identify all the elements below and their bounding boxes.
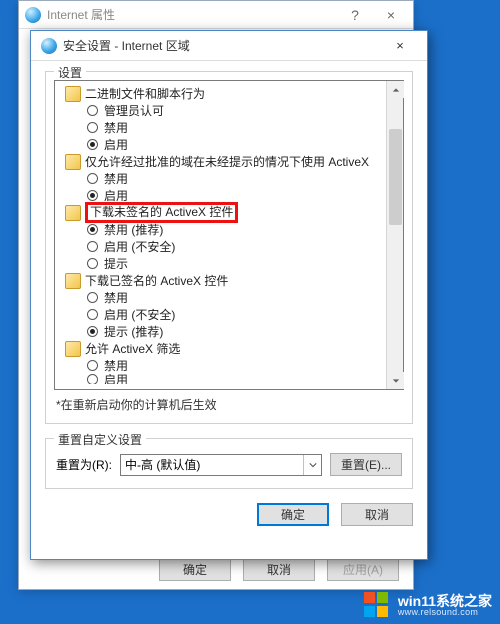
tree-header: 二进制文件和脚本行为 [59, 85, 401, 102]
internet-zone-icon [41, 38, 57, 54]
scroll-down-button[interactable] [387, 372, 404, 389]
radio-icon[interactable] [87, 374, 98, 384]
tree-radio-option[interactable]: 提示 [59, 255, 401, 272]
chevron-down-icon [303, 455, 321, 475]
radio-icon[interactable] [87, 292, 98, 303]
tree-radio-option[interactable]: 禁用 [59, 170, 401, 187]
dialog-title: 安全设置 - Internet 区域 [63, 37, 379, 54]
radio-label: 管理员认可 [104, 102, 164, 119]
reset-level-value: 中-高 (默认值) [125, 456, 200, 473]
watermark-brand: win11系统之家 [398, 594, 492, 608]
parent-title: Internet 属性 [47, 6, 337, 23]
category-icon [65, 273, 81, 289]
tree-radio-option[interactable]: 启用 [59, 136, 401, 153]
category-icon [65, 154, 81, 170]
tree-scrollbar[interactable] [386, 81, 403, 389]
tree-radio-option[interactable]: 启用 [59, 374, 401, 384]
tree-radio-option[interactable]: 禁用 [59, 289, 401, 306]
dialog-body: 设置 二进制文件和脚本行为管理员认可禁用启用仅允许经过批准的域在未经提示的情况下… [31, 61, 427, 489]
radio-label: 禁用 [104, 289, 128, 306]
radio-label: 提示 (推荐) [104, 323, 163, 340]
radio-icon[interactable] [87, 105, 98, 116]
close-button[interactable]: × [373, 4, 409, 26]
watermark-text: win11系统之家 www.relsound.com [398, 594, 492, 617]
watermark: win11系统之家 www.relsound.com [364, 592, 492, 618]
tree-radio-option[interactable]: 禁用 [59, 357, 401, 374]
dialog-ok-button[interactable]: 确定 [257, 503, 329, 526]
dialog-titlebar: 安全设置 - Internet 区域 × [31, 31, 427, 61]
tree-radio-option[interactable]: 启用 (不安全) [59, 238, 401, 255]
tree-radio-option[interactable]: 禁用 (推荐) [59, 221, 401, 238]
watermark-url: www.relsound.com [398, 608, 492, 617]
tree-header-label: 允许 ActiveX 筛选 [85, 340, 180, 357]
internet-icon [25, 7, 41, 23]
radio-label: 启用 (不安全) [104, 238, 175, 255]
tree-header: 允许 ActiveX 筛选 [59, 340, 401, 357]
radio-label: 禁用 (推荐) [104, 221, 163, 238]
watermark-logo [364, 592, 390, 618]
radio-icon[interactable] [87, 258, 98, 269]
tree-radio-option[interactable]: 管理员认可 [59, 102, 401, 119]
tree-header: 下载已签名的 ActiveX 控件 [59, 272, 401, 289]
reset-label: 重置为(R): [56, 456, 112, 473]
settings-group-label: 设置 [54, 64, 86, 81]
parent-ok-button[interactable]: 确定 [159, 558, 231, 581]
scroll-up-button[interactable] [387, 81, 404, 98]
radio-label: 启用 (不安全) [104, 306, 175, 323]
radio-label: 启用 [104, 374, 128, 384]
category-icon [65, 205, 81, 221]
reset-level-select[interactable]: 中-高 (默认值) [120, 454, 322, 476]
radio-label: 提示 [104, 255, 128, 272]
reset-group: 重置自定义设置 重置为(R): 中-高 (默认值) 重置(E)... [45, 438, 413, 489]
radio-icon[interactable] [87, 360, 98, 371]
scroll-thumb[interactable] [389, 129, 402, 225]
radio-icon[interactable] [87, 139, 98, 150]
tree-header-label: 下载已签名的 ActiveX 控件 [85, 272, 228, 289]
reset-row: 重置为(R): 中-高 (默认值) 重置(E)... [56, 453, 402, 476]
tree-header: 下载未签名的 ActiveX 控件 [59, 204, 401, 221]
dialog-close-button[interactable]: × [379, 35, 421, 57]
radio-label: 禁用 [104, 170, 128, 187]
reset-group-label: 重置自定义设置 [54, 431, 146, 448]
radio-icon[interactable] [87, 190, 98, 201]
settings-group: 设置 二进制文件和脚本行为管理员认可禁用启用仅允许经过批准的域在未经提示的情况下… [45, 71, 413, 424]
radio-icon[interactable] [87, 326, 98, 337]
tree-header-label: 仅允许经过批准的域在未经提示的情况下使用 ActiveX [85, 153, 369, 170]
security-settings-dialog: 安全设置 - Internet 区域 × 设置 二进制文件和脚本行为管理员认可禁… [30, 30, 428, 560]
help-button[interactable]: ? [337, 4, 373, 26]
tree-header-label: 二进制文件和脚本行为 [85, 85, 205, 102]
category-icon [65, 86, 81, 102]
category-icon [65, 341, 81, 357]
parent-apply-button[interactable]: 应用(A) [327, 558, 399, 581]
tree-header: 仅允许经过批准的域在未经提示的情况下使用 ActiveX [59, 153, 401, 170]
radio-icon[interactable] [87, 309, 98, 320]
dialog-button-row: 确定 取消 [31, 489, 427, 526]
radio-icon[interactable] [87, 173, 98, 184]
restart-note: *在重新启动你的计算机后生效 [54, 390, 404, 415]
radio-label: 禁用 [104, 357, 128, 374]
dialog-cancel-button[interactable]: 取消 [341, 503, 413, 526]
radio-label: 禁用 [104, 119, 128, 136]
radio-icon[interactable] [87, 224, 98, 235]
reset-button[interactable]: 重置(E)... [330, 453, 402, 476]
parent-button-row: 确定 取消 应用(A) [19, 558, 413, 581]
highlight-box: 下载未签名的 ActiveX 控件 [85, 202, 238, 223]
tree-radio-option[interactable]: 禁用 [59, 119, 401, 136]
radio-icon[interactable] [87, 122, 98, 133]
settings-tree[interactable]: 二进制文件和脚本行为管理员认可禁用启用仅允许经过批准的域在未经提示的情况下使用 … [54, 80, 404, 390]
tree-radio-option[interactable]: 启用 (不安全) [59, 306, 401, 323]
radio-label: 启用 [104, 136, 128, 153]
parent-titlebar: Internet 属性 ? × [19, 1, 413, 29]
parent-cancel-button[interactable]: 取消 [243, 558, 315, 581]
tree-header-label: 下载未签名的 ActiveX 控件 [85, 202, 238, 223]
radio-icon[interactable] [87, 241, 98, 252]
settings-tree-wrap: 二进制文件和脚本行为管理员认可禁用启用仅允许经过批准的域在未经提示的情况下使用 … [54, 80, 404, 390]
tree-radio-option[interactable]: 提示 (推荐) [59, 323, 401, 340]
